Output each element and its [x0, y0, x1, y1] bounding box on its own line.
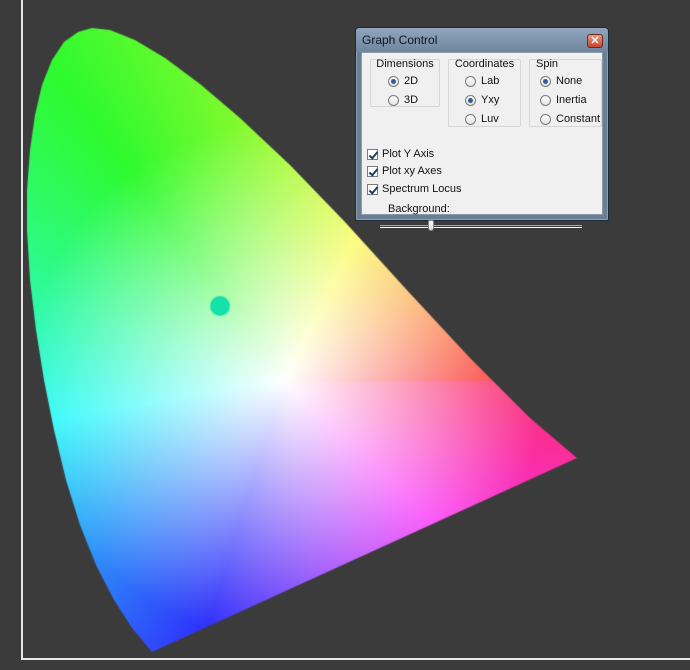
checkbox[interactable] [367, 183, 378, 195]
checkbox-plot-y-axis[interactable]: Plot Y Axis [367, 146, 434, 162]
radio-label: Lab [481, 75, 500, 87]
radio-button[interactable] [388, 94, 399, 106]
checkbox-label: Plot Y Axis [382, 148, 435, 160]
spin-group-label: Spin [536, 58, 559, 70]
radio-label: Yxy [481, 94, 500, 106]
radio-dimension-2d[interactable]: 2D [388, 73, 418, 89]
radio-button[interactable] [465, 94, 476, 106]
dialog-title: Graph Control [362, 33, 438, 47]
coordinates-group: Coordinates Lab Yxy Luv [448, 58, 521, 127]
checkbox-label: Plot xy Axes [382, 165, 442, 177]
spin-group: Spin None Inertia Constant [529, 58, 602, 127]
dimensions-group-label: Dimensions [376, 58, 434, 70]
radio-coordinates-yxy[interactable]: Yxy [465, 92, 499, 108]
radio-button[interactable] [540, 113, 551, 125]
checkbox[interactable] [367, 148, 378, 160]
radio-button[interactable] [540, 94, 551, 106]
dialog-client-area: Dimensions 2D 3D Coordinates Lab Yxy Luv… [361, 52, 603, 231]
radio-spin-none[interactable]: None [540, 73, 582, 89]
checkbox[interactable] [367, 165, 378, 177]
radio-spin-inertia[interactable]: Inertia [540, 92, 587, 108]
checkbox-plot-xy-axes[interactable]: Plot xy Axes [367, 163, 442, 179]
close-icon: ✕ [590, 35, 600, 47]
radio-button[interactable] [465, 75, 476, 87]
x-axis-line [21, 658, 690, 660]
radio-label: None [556, 75, 583, 87]
radio-label: Luv [481, 113, 499, 125]
background-label: Background: [388, 203, 450, 215]
background-slider-track[interactable] [380, 225, 582, 228]
radio-label: 3D [404, 94, 419, 106]
radio-label: 2D [404, 75, 419, 87]
checkbox-label: Spectrum Locus [382, 183, 462, 195]
radio-dimension-3d[interactable]: 3D [388, 92, 418, 108]
coordinates-group-label: Coordinates [454, 58, 515, 70]
radio-spin-constant[interactable]: Constant [540, 111, 600, 127]
radio-button[interactable] [540, 75, 551, 87]
background-slider-thumb[interactable] [428, 220, 434, 231]
radio-label: Inertia [556, 94, 587, 106]
radio-button[interactable] [388, 75, 399, 87]
graph-control-dialog: Graph Control ✕ Dimensions 2D 3D Coordin… [355, 27, 609, 231]
radio-coordinates-lab[interactable]: Lab [465, 73, 499, 89]
close-button[interactable]: ✕ [587, 34, 603, 48]
y-axis-line [21, 0, 23, 660]
dialog-titlebar[interactable]: Graph Control ✕ [356, 28, 608, 52]
radio-coordinates-luv[interactable]: Luv [465, 111, 499, 127]
radio-label: Constant [556, 113, 601, 125]
radio-button[interactable] [465, 113, 476, 125]
dimensions-group: Dimensions 2D 3D [370, 58, 440, 108]
checkbox-spectrum-locus[interactable]: Spectrum Locus [367, 181, 461, 197]
